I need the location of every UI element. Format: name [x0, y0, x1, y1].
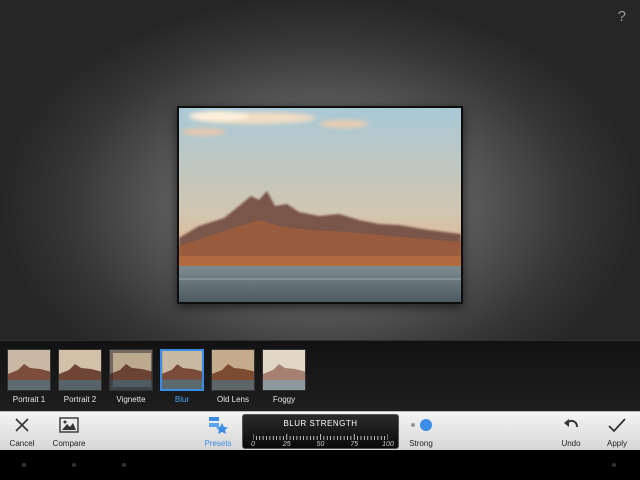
nav-recents-icon[interactable]	[122, 463, 126, 467]
photo-stage: ?	[0, 0, 640, 340]
cancel-button[interactable]: Cancel	[6, 415, 38, 448]
undo-button[interactable]: Undo	[556, 415, 586, 448]
checkmark-icon	[602, 415, 632, 435]
system-nav-bar	[0, 450, 640, 480]
slider-ticks	[253, 434, 388, 440]
preset-foggy[interactable]: Foggy	[261, 349, 307, 404]
cancel-label: Cancel	[9, 439, 35, 448]
nav-home-icon[interactable]	[72, 463, 76, 467]
slider-tick-label: 100	[382, 441, 394, 448]
slider-title: BLUR STRENGTH	[283, 419, 358, 428]
image-icon	[50, 415, 88, 435]
preset-thumbnail	[160, 349, 204, 391]
preset-blur[interactable]: Blur	[159, 349, 205, 404]
slider-tick-label: 75	[350, 441, 359, 448]
preset-thumbnail	[7, 349, 51, 391]
preset-portrait-1[interactable]: Portrait 1	[6, 349, 52, 404]
preset-strip: Portrait 1 Portrait 2 Vignette Blur Old …	[0, 340, 640, 412]
help-icon[interactable]: ?	[618, 8, 626, 25]
blur-strength-slider[interactable]: BLUR STRENGTH 0 25 50 75 100	[242, 414, 399, 449]
undo-label: Undo	[561, 439, 581, 448]
presets-button[interactable]: Presets	[201, 415, 235, 448]
strength-toggle[interactable]: Strong	[405, 415, 437, 448]
apply-button[interactable]: Apply	[602, 415, 632, 448]
nav-back-icon[interactable]	[22, 463, 26, 467]
preset-thumbnail	[58, 349, 102, 391]
preset-thumbnail	[211, 349, 255, 391]
apply-label: Apply	[606, 439, 627, 448]
preset-old-lens[interactable]: Old Lens	[210, 349, 256, 404]
compare-label: Compare	[52, 439, 86, 448]
close-icon	[6, 415, 38, 435]
presets-icon	[201, 415, 235, 435]
strength-label: Strong	[409, 439, 433, 448]
preset-thumbnail	[262, 349, 306, 391]
preset-vignette[interactable]: Vignette	[108, 349, 154, 404]
toggle-icon	[405, 415, 437, 435]
compare-button[interactable]: Compare	[50, 415, 88, 448]
slider-tick-label: 0	[251, 441, 255, 448]
nav-menu-icon[interactable]	[612, 463, 616, 467]
presets-label: Presets	[204, 439, 232, 448]
preset-thumbnail	[109, 349, 153, 391]
preset-portrait-2[interactable]: Portrait 2	[57, 349, 103, 404]
bottom-toolbar: Cancel Compare Presets BLUR STRENGTH 0 25…	[0, 411, 640, 450]
slider-tick-label: 50	[316, 441, 325, 448]
slider-tick-labels: 0 25 50 75 100	[251, 441, 394, 449]
preset-label: Foggy	[272, 395, 296, 404]
undo-icon	[556, 415, 586, 435]
slider-tick-label: 25	[282, 441, 291, 448]
preview-photo[interactable]	[179, 108, 461, 302]
landscape-image	[179, 108, 461, 302]
photo-frame	[177, 106, 463, 304]
